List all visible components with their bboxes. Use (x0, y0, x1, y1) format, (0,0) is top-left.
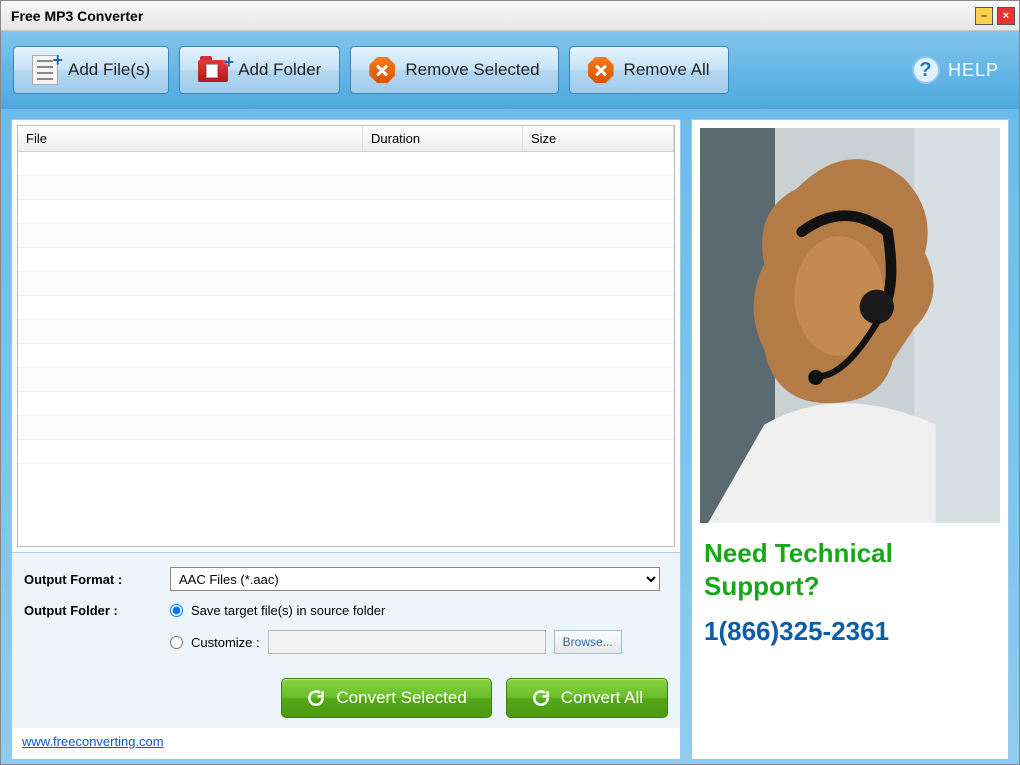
minimize-button[interactable]: – (975, 7, 993, 25)
table-row (18, 320, 674, 344)
output-format-select[interactable]: AAC Files (*.aac) (170, 567, 660, 591)
refresh-icon (306, 688, 326, 708)
side-panel: Need Technical Support? 1(866)325-2361 (691, 119, 1009, 760)
table-header: File Duration Size (18, 126, 674, 152)
remove-icon: + (588, 57, 614, 83)
output-folder-label: Output Folder : (24, 603, 164, 618)
settings-panel: Output Format : AAC Files (*.aac) Output… (12, 552, 680, 728)
col-size[interactable]: Size (523, 126, 674, 151)
table-row (18, 440, 674, 464)
table-row (18, 152, 674, 176)
remove-selected-label: Remove Selected (405, 60, 539, 80)
remove-all-label: Remove All (624, 60, 710, 80)
remove-selected-button[interactable]: Remove Selected (350, 46, 558, 94)
titlebar: Free MP3 Converter – × (1, 1, 1019, 31)
add-folder-label: Add Folder (238, 60, 321, 80)
add-files-label: Add File(s) (68, 60, 150, 80)
window-controls: – × (975, 7, 1015, 25)
customize-radio[interactable] (170, 636, 183, 649)
table-row (18, 176, 674, 200)
output-format-label: Output Format : (24, 572, 164, 587)
source-folder-label: Save target file(s) in source folder (191, 603, 385, 618)
support-phone: 1(866)325-2361 (700, 616, 1000, 647)
table-row (18, 296, 674, 320)
table-row (18, 416, 674, 440)
footer-link[interactable]: www.freeconverting.com (12, 728, 680, 759)
add-files-button[interactable]: + Add File(s) (13, 46, 169, 94)
table-row (18, 224, 674, 248)
body-area: File Duration Size (1, 109, 1019, 764)
col-file[interactable]: File (18, 126, 363, 151)
remove-all-button[interactable]: + Remove All (569, 46, 729, 94)
main-panel: File Duration Size (11, 119, 681, 760)
remove-icon (369, 57, 395, 83)
convert-all-button[interactable]: Convert All (506, 678, 668, 718)
add-folder-button[interactable]: + Add Folder (179, 46, 340, 94)
help-icon: ? (912, 56, 940, 84)
table-row (18, 248, 674, 272)
table-row (18, 344, 674, 368)
toolbar: + Add File(s) + Add Folder Remove Select… (1, 31, 1019, 109)
table-row (18, 368, 674, 392)
table-row (18, 200, 674, 224)
table-body[interactable] (18, 152, 674, 546)
convert-selected-button[interactable]: Convert Selected (281, 678, 491, 718)
browse-button[interactable]: Browse... (554, 630, 622, 654)
col-duration[interactable]: Duration (363, 126, 523, 151)
help-label: HELP (948, 60, 999, 81)
window-title: Free MP3 Converter (11, 8, 143, 24)
folder-icon: + (198, 58, 228, 82)
app-window: Free MP3 Converter – × + Add File(s) + A… (0, 0, 1020, 765)
convert-selected-label: Convert Selected (336, 688, 466, 708)
help-link[interactable]: ? HELP (912, 56, 1007, 84)
support-title: Need Technical Support? (700, 537, 1000, 602)
file-table: File Duration Size (17, 125, 675, 547)
customize-path-input[interactable] (268, 630, 546, 654)
customize-label: Customize : (191, 635, 260, 650)
close-button[interactable]: × (997, 7, 1015, 25)
source-folder-radio[interactable] (170, 604, 183, 617)
table-row (18, 272, 674, 296)
convert-all-label: Convert All (561, 688, 643, 708)
table-row (18, 392, 674, 416)
document-icon: + (32, 55, 58, 85)
support-image (700, 128, 1000, 523)
refresh-icon (531, 688, 551, 708)
